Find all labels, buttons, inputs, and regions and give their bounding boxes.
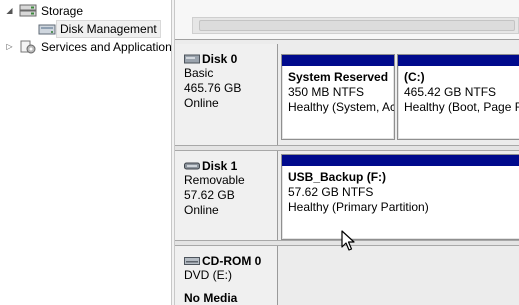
services-icon xyxy=(20,40,36,54)
disk-info-cdrom-0[interactable]: CD-ROM 0 DVD (E:) No Media xyxy=(175,246,278,305)
console-tree: ◢ Storage Disk Management ▷ Services and… xyxy=(0,0,171,305)
disk-management-icon xyxy=(38,24,56,35)
tree-item-services-label: Services and Applications xyxy=(41,40,171,54)
partition-name: (C:) xyxy=(404,70,425,84)
cd-rom-icon xyxy=(184,256,200,265)
partition-health: Healthy (Primary Partition) xyxy=(288,200,429,214)
volume-list-bottom xyxy=(175,0,519,40)
tree-item-storage-label: Storage xyxy=(41,4,84,18)
disk-title: Disk 1 xyxy=(202,158,238,173)
disk-status: Online xyxy=(184,96,219,110)
partition-health: Healthy (Boot, Page File, Crash Dump, Pr… xyxy=(404,100,519,114)
partition-type-bar xyxy=(282,55,394,66)
hard-disk-icon xyxy=(184,54,200,63)
disk-info-disk-0[interactable]: Disk 0 Basic 465.76 GB Online xyxy=(175,44,278,148)
storage-icon xyxy=(19,4,37,17)
disk-size: 465.76 GB xyxy=(184,81,242,95)
graphical-disk-view: Disk 0 Basic 465.76 GB Online System Res… xyxy=(175,0,519,305)
disk-title: CD-ROM 0 xyxy=(202,253,262,268)
scrollbar-thumb[interactable] xyxy=(199,20,515,31)
partition-health: Healthy (System, Active, Primary Partiti… xyxy=(288,100,394,114)
mouse-cursor-icon xyxy=(341,230,355,251)
expand-arrow-icon[interactable]: ▷ xyxy=(5,42,14,51)
partition-size: 350 MB NTFS xyxy=(288,85,365,99)
tree-item-disk-management-label: Disk Management xyxy=(56,20,161,38)
partition-size: 465.42 GB NTFS xyxy=(404,85,497,99)
horizontal-scrollbar[interactable] xyxy=(192,17,519,34)
disk-status: No Media xyxy=(184,291,238,305)
partition-name: USB_Backup (F:) xyxy=(288,170,387,184)
partition-system-reserved[interactable]: System Reserved 350 MB NTFS Healthy (Sys… xyxy=(281,54,395,140)
partition-size: 57.62 GB NTFS xyxy=(288,185,374,199)
partition-usb-backup[interactable]: USB_Backup (F:) 57.62 GB NTFS Healthy (P… xyxy=(281,154,519,240)
disk-status: Online xyxy=(184,203,219,217)
partition-type-bar xyxy=(398,55,519,66)
removable-disk-icon xyxy=(184,162,200,169)
disk-type: DVD (E:) xyxy=(184,268,232,282)
disk-row-disk-0: Disk 0 Basic 465.76 GB Online System Res… xyxy=(175,44,519,148)
partition-type-bar xyxy=(282,155,519,166)
disk-info-disk-1[interactable]: Disk 1 Removable 57.62 GB Online xyxy=(175,151,278,243)
partition-c[interactable]: (C:) 465.42 GB NTFS Healthy (Boot, Page … xyxy=(397,54,519,140)
disk-type: Basic xyxy=(184,66,214,80)
partition-name: System Reserved xyxy=(288,70,389,84)
disk-size: 57.62 GB xyxy=(184,188,235,202)
disk-row-cdrom-0: CD-ROM 0 DVD (E:) No Media xyxy=(175,246,519,305)
disk-title: Disk 0 xyxy=(202,51,238,66)
collapse-arrow-icon[interactable]: ◢ xyxy=(5,6,14,15)
disk-type: Removable xyxy=(184,173,245,187)
